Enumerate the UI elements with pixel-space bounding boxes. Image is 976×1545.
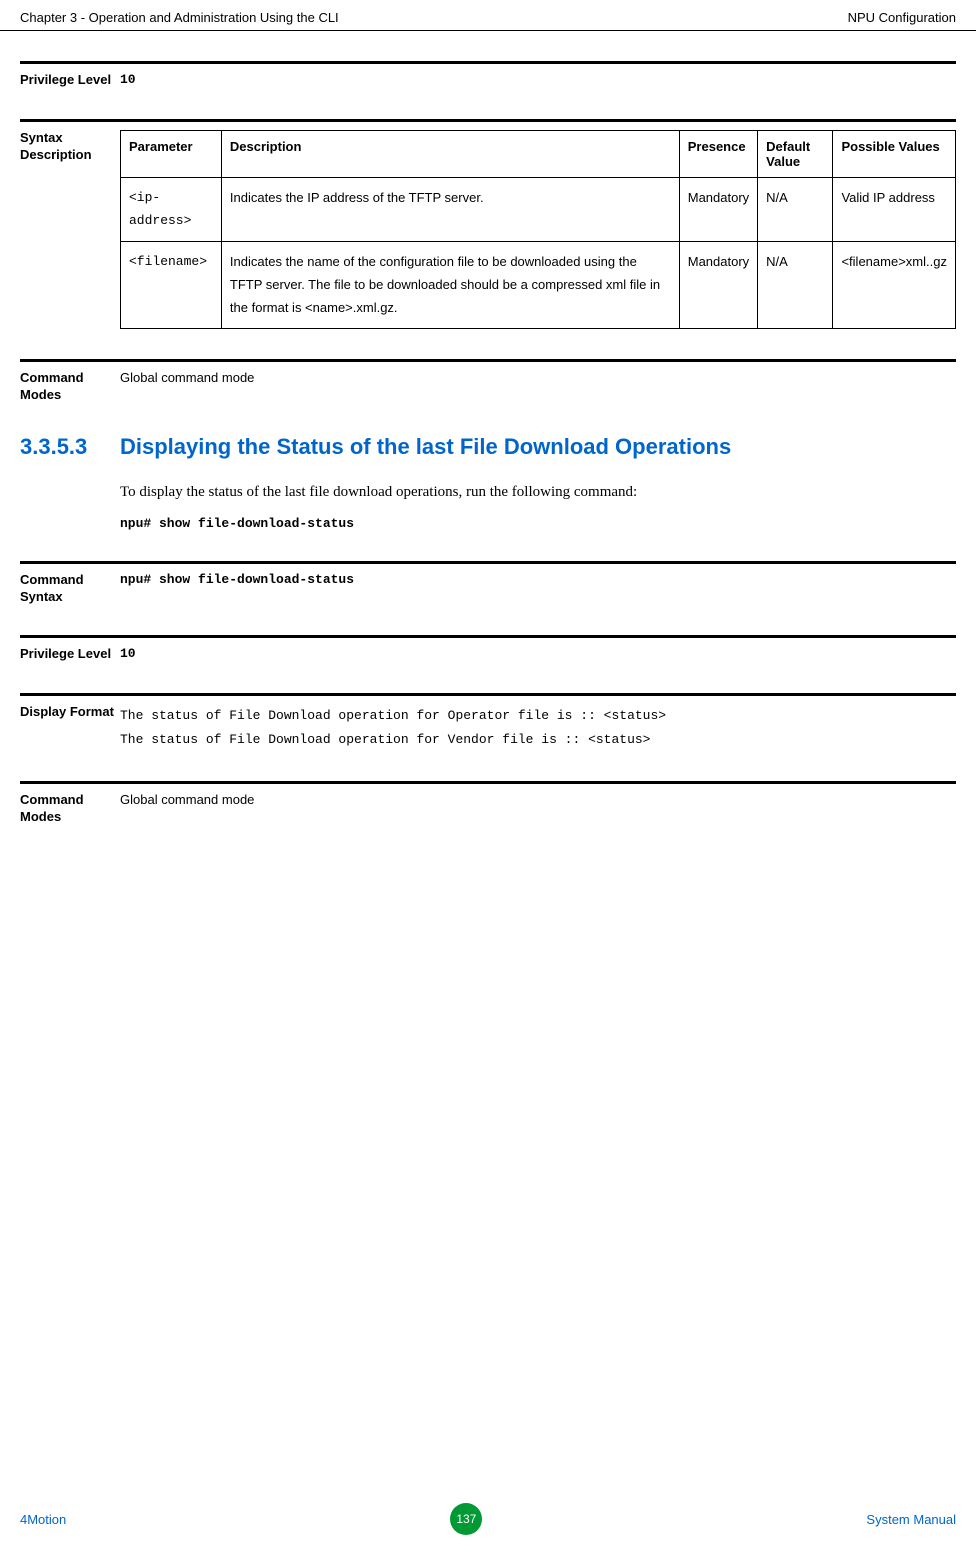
display-format-line2: The status of File Download operation fo…	[120, 728, 956, 751]
table-row: <ip-address> Indicates the IP address of…	[121, 177, 956, 241]
col-parameter: Parameter	[121, 130, 222, 177]
page-content: Privilege Level 10 Syntax Description Pa…	[0, 61, 976, 826]
section-title: Displaying the Status of the last File D…	[120, 434, 731, 460]
page-number-badge: 137	[450, 1503, 482, 1535]
display-format-line1: The status of File Download operation fo…	[120, 704, 956, 727]
privilege-level-block-2: Privilege Level 10	[20, 635, 956, 663]
page-footer: 4Motion 137 System Manual	[0, 1503, 976, 1535]
col-description: Description	[221, 130, 679, 177]
section-number: 3.3.5.3	[20, 434, 120, 460]
body-code: npu# show file-download-status	[120, 516, 956, 531]
col-default-value: Default Value	[758, 130, 833, 177]
privilege-level-label: Privilege Level	[20, 72, 120, 89]
cell-possible-values: <filename>xml..gz	[833, 241, 956, 328]
command-syntax-value: npu# show file-download-status	[120, 572, 956, 606]
table-row: <filename> Indicates the name of the con…	[121, 241, 956, 328]
cell-possible-values: Valid IP address	[833, 177, 956, 241]
command-syntax-block: Command Syntax npu# show file-download-s…	[20, 561, 956, 606]
cell-description: Indicates the IP address of the TFTP ser…	[221, 177, 679, 241]
header-right: NPU Configuration	[848, 10, 956, 25]
privilege-level-block-1: Privilege Level 10	[20, 61, 956, 89]
command-syntax-label: Command Syntax	[20, 572, 120, 606]
col-presence: Presence	[679, 130, 757, 177]
display-format-value: The status of File Download operation fo…	[120, 704, 956, 751]
display-format-block: Display Format The status of File Downlo…	[20, 693, 956, 751]
command-modes-block-2: Command Modes Global command mode	[20, 781, 956, 826]
cell-presence: Mandatory	[679, 177, 757, 241]
cell-parameter: <filename>	[121, 241, 222, 328]
command-modes-block-1: Command Modes Global command mode	[20, 359, 956, 404]
command-modes-label: Command Modes	[20, 370, 120, 404]
cell-parameter: <ip-address>	[121, 177, 222, 241]
cell-default-value: N/A	[758, 177, 833, 241]
syntax-description-block: Syntax Description Parameter Description…	[20, 119, 956, 329]
display-format-label: Display Format	[20, 704, 120, 751]
page-header: Chapter 3 - Operation and Administration…	[0, 0, 976, 31]
privilege-level-label: Privilege Level	[20, 646, 120, 663]
syntax-description-label: Syntax Description	[20, 130, 120, 329]
command-modes-value: Global command mode	[120, 370, 956, 404]
privilege-level-value: 10	[120, 646, 956, 663]
privilege-level-value: 10	[120, 72, 956, 89]
table-header-row: Parameter Description Presence Default V…	[121, 130, 956, 177]
cell-description: Indicates the name of the configuration …	[221, 241, 679, 328]
command-modes-value: Global command mode	[120, 792, 956, 826]
command-modes-label: Command Modes	[20, 792, 120, 826]
footer-right: System Manual	[866, 1512, 956, 1527]
cell-default-value: N/A	[758, 241, 833, 328]
header-left: Chapter 3 - Operation and Administration…	[20, 10, 339, 25]
cell-presence: Mandatory	[679, 241, 757, 328]
body-paragraph: To display the status of the last file d…	[120, 480, 956, 504]
page-number: 137	[456, 1512, 476, 1526]
footer-left: 4Motion	[20, 1512, 66, 1527]
syntax-table: Parameter Description Presence Default V…	[120, 130, 956, 329]
section-heading: 3.3.5.3 Displaying the Status of the las…	[20, 434, 956, 460]
col-possible-values: Possible Values	[833, 130, 956, 177]
